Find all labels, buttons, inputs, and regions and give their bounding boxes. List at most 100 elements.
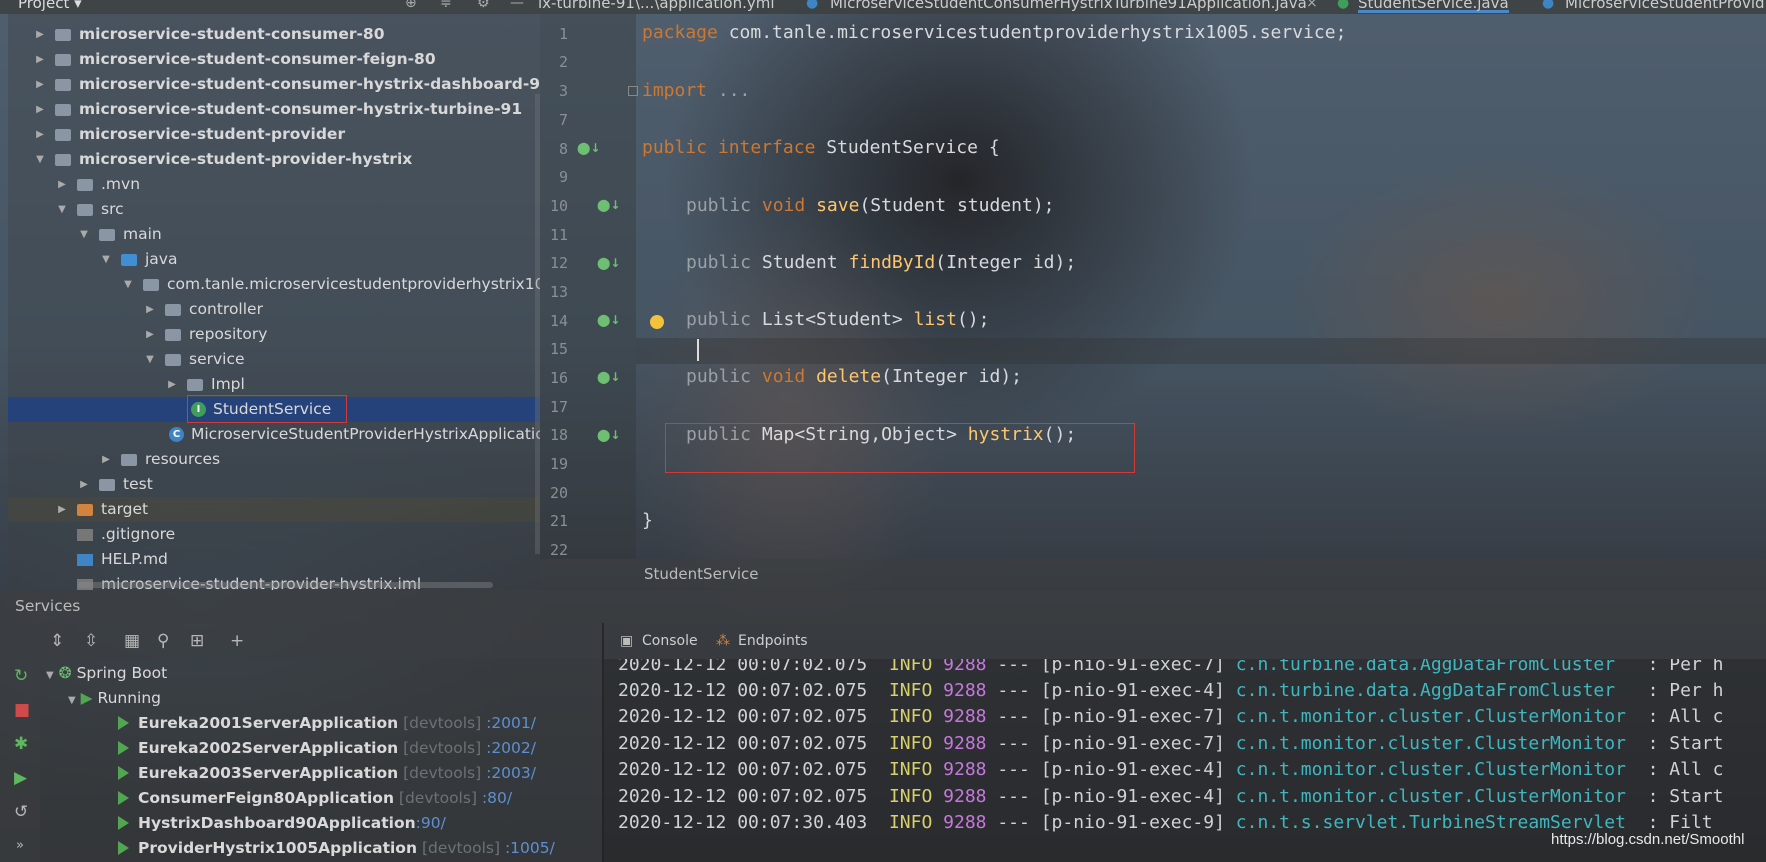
chevron-right-icon[interactable]: ▶ [56,497,68,522]
tree-item[interactable]: C MicroserviceStudentProviderHystrixAppli… [8,422,540,447]
service-item[interactable]: Eureka2002ServerApplication [devtools] :… [118,736,536,761]
implementation-gutter-icon[interactable]: ⬤↓ [597,198,620,212]
project-view-selector[interactable]: Project ▾ [18,0,82,11]
tree-item[interactable]: ▼ main [8,222,540,247]
chevron-down-icon[interactable]: ▼ [34,147,46,172]
tree-item[interactable]: ▶ repository [8,322,540,347]
log-line: 2020-12-12 00:07:02.075 INFO 9288 --- [p… [618,659,1724,675]
tree-item[interactable]: .gitignore [8,522,540,547]
tree-item[interactable]: ▶ Impl [8,372,540,397]
tree-item[interactable]: ▶ target [8,497,540,522]
close-icon[interactable]: × [1306,0,1318,10]
line-number: 12 [549,254,568,272]
chevron-right-icon[interactable]: ▶ [144,322,156,347]
chevron-down-icon[interactable]: ▼ [56,197,68,222]
breadcrumb[interactable]: StudentService [540,559,1766,589]
collapse-icon[interactable]: ≑ [440,0,452,10]
port-link[interactable]: :2001/ [486,714,536,732]
locate-icon[interactable]: ⊕ [405,0,417,10]
hide-icon[interactable]: — [510,0,524,10]
tab-provider-application[interactable]: MicroserviceStudentProvid [1565,0,1765,11]
tree-item[interactable]: ▼ src [8,197,540,222]
implementation-gutter-icon[interactable]: ⬤↓ [597,370,620,384]
line-number: 13 [549,283,568,301]
tree-item[interactable]: ▶ controller [8,297,540,322]
line-number: 14 [549,312,568,330]
tree-item[interactable]: ▼ java [8,247,540,272]
chevron-right-icon[interactable]: ▶ [166,372,178,397]
rerun-icon[interactable]: ↻ [14,667,28,685]
port-link[interactable]: :1005/ [505,839,555,857]
services-toolbar: ⇕ ⇳ ▦ ⚲ ⊞ + [0,623,602,659]
collapse-all-icon[interactable]: ⇳ [84,632,98,650]
tree-item[interactable]: ▶ microservice-student-provider [8,122,540,147]
chevron-right-icon[interactable]: ▶ [100,447,112,472]
chevron-right-icon[interactable]: ▶ [34,97,46,122]
expand-all-icon[interactable]: ⇕ [50,632,64,650]
spring-boot-icon: ❂ [58,664,72,682]
tab-console[interactable]: Console [642,623,698,659]
chevron-down-icon[interactable]: ▼ [100,247,112,272]
fold-icon[interactable] [628,86,638,96]
gear-icon[interactable]: ⚙ [477,0,490,10]
implementation-gutter-icon[interactable]: ⬤↓ [577,141,600,155]
port-link[interactable]: :2002/ [486,739,536,757]
stop-icon[interactable]: ■ [14,701,30,719]
implementation-gutter-icon[interactable]: ⬤↓ [597,313,620,327]
port-link[interactable]: :90/ [416,814,446,832]
tab-studentservice[interactable]: StudentService.java [1358,0,1509,13]
tree-item[interactable]: HELP.md [8,547,540,572]
service-item[interactable]: HystrixDashboard90Application:90/ [118,811,446,836]
tab-endpoints[interactable]: Endpoints [738,623,808,659]
service-item[interactable]: ProviderHystrix1005Application [devtools… [118,836,555,861]
add-icon[interactable]: + [230,632,244,650]
tree-item[interactable]: ▼ microservice-student-provider-hystrix [8,147,540,172]
tab-turbine-application[interactable]: MicroserviceStudentConsumerHystrixTurbin… [830,0,1307,11]
chevron-down-icon[interactable]: ▼ [78,222,90,247]
code-editor[interactable] [636,14,1766,559]
code-line: public void delete(Integer id); [686,366,1022,387]
package-icon [165,354,181,366]
chevron-right-icon[interactable]: ▶ [144,297,156,322]
tree-node-running[interactable]: ▼ ▶ Running [68,686,161,711]
tree-item[interactable]: ▶ microservice-student-consumer-feign-80 [8,47,540,72]
refresh-icon[interactable]: ↺ [14,803,28,821]
tree-item[interactable]: ▶ microservice-student-consumer-hystrix-t… [8,97,540,122]
tab-application-yml[interactable]: ix-turbine-91\...\application.yml [538,0,775,11]
service-item[interactable]: Eureka2001ServerApplication [devtools] :… [118,711,536,736]
tree-node-spring-boot[interactable]: ▼ ❂ Spring Boot [46,661,167,686]
implementation-gutter-icon[interactable]: ⬤↓ [597,428,620,442]
lightbulb-icon[interactable] [650,315,664,329]
chevron-down-icon[interactable]: ▼ [144,347,156,372]
chevron-right-icon[interactable]: ▶ [34,47,46,72]
package-icon [187,379,203,391]
code-line: import ... [642,80,751,101]
tree-item[interactable]: ▶ .mvn [8,172,540,197]
chevron-down-icon[interactable]: ▼ [122,272,134,297]
new-tab-icon[interactable]: ⊞ [190,632,204,650]
service-item[interactable]: ConsumerFeign80Application [devtools] :8… [118,786,512,811]
filter-icon[interactable]: ⚲ [157,632,169,650]
tree-item[interactable]: ▶ test [8,472,540,497]
tree-item[interactable]: ▼ service [8,347,540,372]
line-number: 21 [549,512,568,530]
more-icon[interactable]: » [16,837,24,855]
port-link[interactable]: :80/ [482,789,512,807]
port-link[interactable]: :2003/ [486,764,536,782]
tree-item[interactable]: ▶ resources [8,447,540,472]
group-by-icon[interactable]: ▦ [124,632,140,650]
debug-icon[interactable]: ✱ [14,735,28,753]
run-icon[interactable]: ▶ [14,769,27,787]
implementation-gutter-icon[interactable]: ⬤↓ [597,256,620,270]
chevron-right-icon[interactable]: ▶ [78,472,90,497]
module-folder-icon [55,154,71,166]
tree-item[interactable]: ▶ microservice-student-consumer-80 [8,22,540,47]
tree-horizontal-scrollbar[interactable] [78,582,493,588]
chevron-right-icon[interactable]: ▶ [34,72,46,97]
chevron-right-icon[interactable]: ▶ [34,22,46,47]
service-item[interactable]: Eureka2003ServerApplication [devtools] :… [118,761,536,786]
chevron-right-icon[interactable]: ▶ [56,172,68,197]
tree-item[interactable]: ▼ com.tanle.microservicestudentproviderhy… [8,272,540,297]
tree-item[interactable]: ▶ microservice-student-consumer-hystrix-d… [8,72,540,97]
chevron-right-icon[interactable]: ▶ [34,122,46,147]
